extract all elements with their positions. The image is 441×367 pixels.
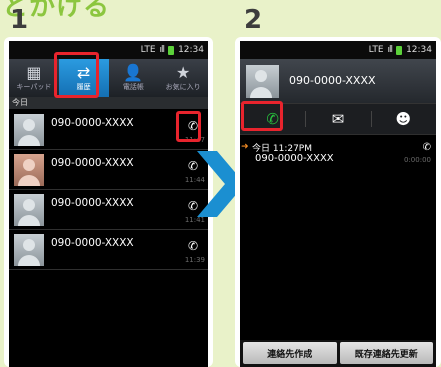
keypad-icon: ▦ bbox=[26, 63, 42, 82]
contacts-icon: 👤 bbox=[123, 63, 144, 82]
create-contact-button[interactable]: 連絡先作成 bbox=[243, 342, 337, 364]
network-indicator: LTE bbox=[368, 45, 384, 55]
avatar bbox=[246, 65, 279, 98]
tab-contacts[interactable]: 👤 電話帳 bbox=[109, 59, 159, 97]
phone-screen-detail: LTE ıll 12:34 090-0000-XXXX ✆ ✉ ☻ ➜ 今日 1… bbox=[235, 37, 441, 367]
history-screen: LTE ıll 12:34 ▦ キーパッド ⇄ 履歴 👤 電話帳 ★ お気に入り bbox=[9, 41, 208, 367]
call-log-row[interactable]: 090-0000-XXXX ✆ 11:39 bbox=[9, 230, 208, 270]
call-log-row[interactable]: 090-0000-XXXX ✆ 11:41 bbox=[9, 190, 208, 230]
detail-log-entry[interactable]: ➜ 今日 11:27PM 090-0000-XXXX ✆ 0:00:00 bbox=[240, 139, 436, 171]
outgoing-arrow-icon: ➜ bbox=[241, 142, 249, 152]
contact-header: 090-0000-XXXX bbox=[240, 59, 436, 103]
log-duration: 0:00:00 bbox=[404, 156, 431, 164]
favorites-icon: ★ bbox=[175, 63, 191, 82]
tab-label: キーパッド bbox=[16, 83, 52, 91]
avatar bbox=[14, 114, 44, 146]
status-bar: LTE ıll 12:34 bbox=[240, 41, 436, 59]
avatar bbox=[14, 154, 44, 186]
status-time: 12:34 bbox=[178, 45, 204, 55]
section-header-today: 今日 bbox=[9, 97, 208, 109]
tab-label: 電話帳 bbox=[122, 83, 144, 91]
contact-number: 090-0000-XXXX bbox=[289, 74, 376, 87]
call-log-number: 090-0000-XXXX bbox=[51, 117, 134, 129]
update-contact-button[interactable]: 既存連絡先更新 bbox=[339, 342, 433, 364]
call-log-number: 090-0000-XXXX bbox=[51, 157, 134, 169]
phone-icon: ✆ bbox=[422, 142, 431, 153]
battery-icon bbox=[396, 45, 403, 55]
network-indicator: LTE bbox=[140, 45, 156, 55]
detail-screen: LTE ıll 12:34 090-0000-XXXX ✆ ✉ ☻ ➜ 今日 1… bbox=[240, 41, 436, 367]
call-log-time: 11:41 bbox=[184, 216, 205, 224]
step-2-label: 2 bbox=[244, 5, 263, 35]
log-number: 090-0000-XXXX bbox=[255, 153, 334, 164]
bottom-action-bar: 連絡先作成 既存連絡先更新 bbox=[240, 340, 436, 367]
call-log-time: 11:39 bbox=[184, 256, 205, 264]
tab-keypad[interactable]: ▦ キーパッド bbox=[9, 59, 59, 97]
battery-icon bbox=[168, 45, 175, 55]
call-log-row[interactable]: 090-0000-XXXX ✆ 11:44 bbox=[9, 150, 208, 190]
step-1-label: 1 bbox=[10, 5, 29, 35]
status-time: 12:34 bbox=[406, 45, 432, 55]
avatar bbox=[14, 194, 44, 226]
mail-icon: ✉ bbox=[331, 110, 345, 128]
status-bar: LTE ıll 12:34 bbox=[9, 41, 208, 59]
call-log-number: 090-0000-XXXX bbox=[51, 197, 134, 209]
call-button[interactable]: ✆ bbox=[188, 239, 198, 253]
voice-action-button[interactable]: ☻ bbox=[370, 104, 436, 134]
voice-icon: ☻ bbox=[395, 110, 412, 128]
call-log-number: 090-0000-XXXX bbox=[51, 237, 134, 249]
phone-screen-history: LTE ıll 12:34 ▦ キーパッド ⇄ 履歴 👤 電話帳 ★ お気に入り bbox=[4, 37, 213, 367]
call-action-highlight bbox=[241, 101, 283, 131]
avatar bbox=[14, 234, 44, 266]
message-action-button[interactable]: ✉ bbox=[305, 104, 370, 134]
signal-icon: ıll bbox=[159, 45, 165, 55]
tab-label: お気に入り bbox=[165, 83, 201, 91]
history-tab-highlight bbox=[54, 52, 99, 98]
tab-favorites[interactable]: ★ お気に入り bbox=[158, 59, 208, 97]
call-button-highlight bbox=[176, 111, 201, 142]
tab-bar: ▦ キーパッド ⇄ 履歴 👤 電話帳 ★ お気に入り bbox=[9, 59, 208, 97]
signal-icon: ıll bbox=[387, 45, 393, 55]
